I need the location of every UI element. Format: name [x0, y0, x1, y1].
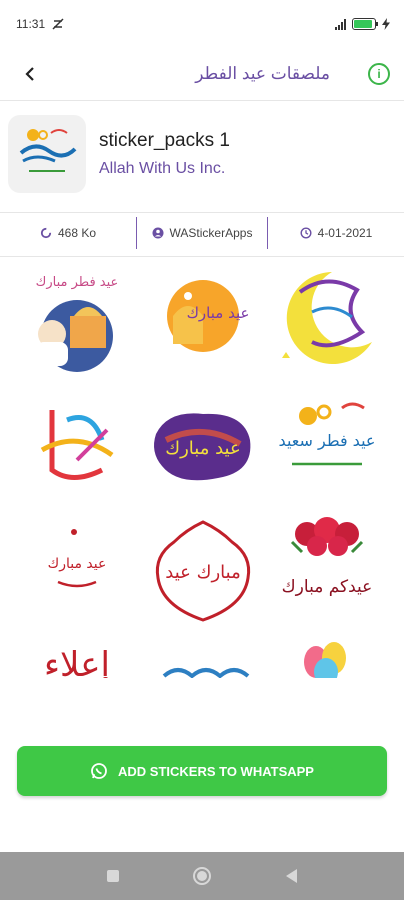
pack-tray-icon	[8, 115, 86, 193]
app-bar: ملصقات عيد الفطر i	[0, 48, 404, 100]
divider	[0, 256, 404, 257]
info-icon: i	[377, 67, 381, 81]
signal-icon	[335, 18, 346, 30]
system-nav-bar	[0, 852, 404, 900]
sticker-eid-red-small[interactable]: عيد مبارك	[22, 516, 132, 626]
pack-info-row: 468 Ko WAStickerApps 4-01-2021	[0, 213, 404, 253]
pack-size-label: 468 Ko	[57, 226, 97, 240]
status-time: 11:31	[16, 17, 46, 31]
page-title: ملصقات عيد الفطر	[195, 64, 330, 83]
pack-publisher[interactable]: Allah With Us Inc.	[99, 160, 230, 178]
refresh-icon	[40, 227, 52, 239]
svg-text:عيد فطر مبارك: عيد فطر مبارك	[36, 275, 119, 290]
recents-button[interactable]	[107, 870, 120, 882]
back-button[interactable]	[16, 60, 44, 88]
sticker-eid-family[interactable]: عيد فطر مبارك	[22, 266, 132, 376]
svg-text:مبارك عيد: مبارك عيد	[165, 562, 240, 583]
sticker-eid-red-calligraphy[interactable]: إعلاء	[22, 636, 132, 678]
pack-header: sticker_packs 1 Allah With Us Inc.	[0, 108, 404, 200]
pack-size: 468 Ko	[0, 213, 136, 253]
sticker-eid-balloons[interactable]	[272, 636, 382, 678]
home-icon	[197, 871, 208, 881]
sticker-eid-mosque-dome[interactable]: عيد مبارك	[148, 266, 258, 376]
add-to-whatsapp-label: ADD STICKERS TO WHATSAPP	[118, 763, 314, 779]
whatsapp-icon	[91, 763, 107, 779]
divider	[0, 100, 404, 101]
sticker-eid-fitr-saeed[interactable]: عيد فطر سعيد	[272, 390, 382, 500]
add-to-whatsapp-button[interactable]: ADD STICKERS TO WHATSAPP	[17, 746, 387, 796]
home-button[interactable]	[193, 867, 212, 885]
chevron-left-icon	[25, 67, 34, 81]
lightning-icon	[382, 18, 390, 30]
sticker-eid-purple-splash[interactable]: عيد مبارك	[148, 394, 258, 504]
pack-date: 4-01-2021	[268, 213, 404, 253]
svg-text:عيدكم مبارك: عيدكم مبارك	[282, 577, 373, 597]
pack-date-label: 4-01-2021	[317, 226, 373, 240]
sticker-eid-blue-pattern[interactable]	[148, 636, 258, 678]
account-icon	[152, 227, 164, 239]
pack-name: sticker_packs 1	[99, 130, 230, 151]
svg-text:عيد مبارك: عيد مبارك	[48, 556, 107, 572]
sticker-eid-colorful-calligraphy[interactable]	[22, 390, 132, 500]
pack-app-link[interactable]: WAStickerApps	[136, 217, 268, 249]
sticker-grid: عيد فطر مبارك عيد مبارك عيد مبارك عيد فط…	[0, 258, 404, 678]
battery-icon	[352, 18, 378, 30]
system-back-button[interactable]	[285, 869, 297, 883]
clock-icon	[300, 227, 312, 239]
sticker-eid-red-frame[interactable]: مبارك عيد	[148, 516, 258, 626]
svg-text:عيد مبارك: عيد مبارك	[187, 304, 250, 322]
sticker-eid-roses[interactable]: عيدكم مبارك	[272, 512, 382, 622]
svg-text:عيد فطر سعيد: عيد فطر سعيد	[279, 431, 376, 451]
sticker-eid-crescent[interactable]	[272, 262, 382, 372]
status-bar: 11:31	[0, 0, 404, 48]
svg-text:عيد مبارك: عيد مبارك	[165, 438, 240, 459]
svg-text:إعلاء: إعلاء	[44, 645, 110, 678]
data-off-icon	[52, 18, 64, 30]
info-button[interactable]: i	[368, 63, 390, 85]
pack-app-label: WAStickerApps	[169, 226, 253, 240]
